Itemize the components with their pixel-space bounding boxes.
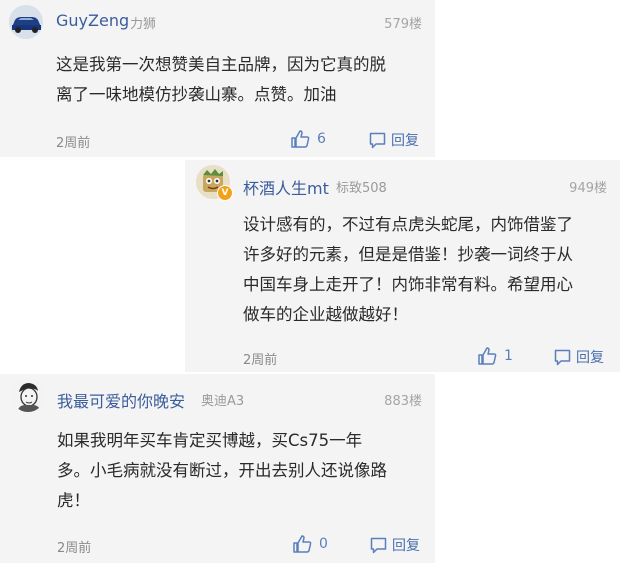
timestamp: 2周前 <box>243 353 278 368</box>
comment-text: 设计感有的，不过有点虎头蛇尾，内饰借鉴了 许多好的元素，但是是借鉴！抄袭一词终于… <box>243 210 573 330</box>
sketch-avatar-icon <box>11 378 45 412</box>
like-button[interactable]: 1 <box>478 347 513 365</box>
thumbs-up-icon <box>478 347 497 365</box>
comment-card: 我最可爱的你晚安 奥迪A3 883楼 如果我明年买车肯定买博越，买Cs75一年 … <box>0 374 435 563</box>
username[interactable]: GuyZeng <box>56 11 129 30</box>
comment-line: 中国车身上走开了！内饰非常有料。希望用心 <box>243 275 573 294</box>
verified-badge: V <box>217 185 233 201</box>
floor-number: 579楼 <box>384 17 422 32</box>
car-model: 标致508 <box>336 181 387 196</box>
comment-line: 这是我第一次想赞美自主品牌，因为它真的脱 <box>56 55 386 74</box>
like-count: 6 <box>317 131 326 147</box>
avatar[interactable] <box>11 378 45 412</box>
comment-line: 虎！ <box>57 491 90 510</box>
like-count: 1 <box>504 348 513 364</box>
reply-button[interactable]: 回复 <box>554 347 604 367</box>
reply-button[interactable]: 回复 <box>369 130 419 150</box>
car-avatar-icon <box>9 5 43 39</box>
reply-label: 回复 <box>392 538 420 554</box>
avatar[interactable] <box>9 5 43 39</box>
comment-text: 这是我第一次想赞美自主品牌，因为它真的脱 离了一味地模仿抄袭山寨。点赞。加油 <box>56 50 386 110</box>
car-model: 力狮 <box>130 17 157 32</box>
comment-line: 许多好的元素，但是是借鉴！抄袭一词终于从 <box>243 245 573 264</box>
like-count: 0 <box>319 536 328 552</box>
like-button[interactable]: 6 <box>291 130 326 148</box>
floor-number: 883楼 <box>384 394 422 409</box>
comment-line: 设计感有的，不过有点虎头蛇尾，内饰借鉴了 <box>243 215 573 234</box>
reply-button[interactable]: 回复 <box>370 535 420 555</box>
thumbs-up-icon <box>291 130 310 148</box>
comment-line: 多。小毛病就没有断过，开出去别人还说像路 <box>57 461 387 480</box>
comment-card: GuyZeng 力狮 579楼 这是我第一次想赞美自主品牌，因为它真的脱 离了一… <box>0 0 435 157</box>
username[interactable]: 杯酒人生mt <box>243 175 329 199</box>
reply-icon <box>369 132 386 148</box>
timestamp: 2周前 <box>56 136 91 151</box>
comment-text: 如果我明年买车肯定买博越，买Cs75一年 多。小毛病就没有断过，开出去别人还说像… <box>57 426 387 516</box>
username[interactable]: 我最可爱的你晚安 <box>57 388 185 412</box>
like-button[interactable]: 0 <box>293 535 328 553</box>
reply-label: 回复 <box>576 350 604 366</box>
car-model: 奥迪A3 <box>201 394 245 409</box>
comment-line: 如果我明年买车肯定买博越，买Cs75一年 <box>57 431 363 450</box>
comment-line: 离了一味地模仿抄袭山寨。点赞。加油 <box>56 85 337 104</box>
comment-line: 做车的企业越做越好！ <box>243 305 408 324</box>
floor-number: 949楼 <box>569 181 607 196</box>
timestamp: 2周前 <box>57 541 92 556</box>
reply-icon <box>554 349 571 365</box>
comment-card: V 杯酒人生mt 标致508 949楼 设计感有的，不过有点虎头蛇尾，内饰借鉴了… <box>185 160 620 372</box>
reply-icon <box>370 537 387 553</box>
reply-label: 回复 <box>391 133 419 149</box>
thumbs-up-icon <box>293 535 312 553</box>
